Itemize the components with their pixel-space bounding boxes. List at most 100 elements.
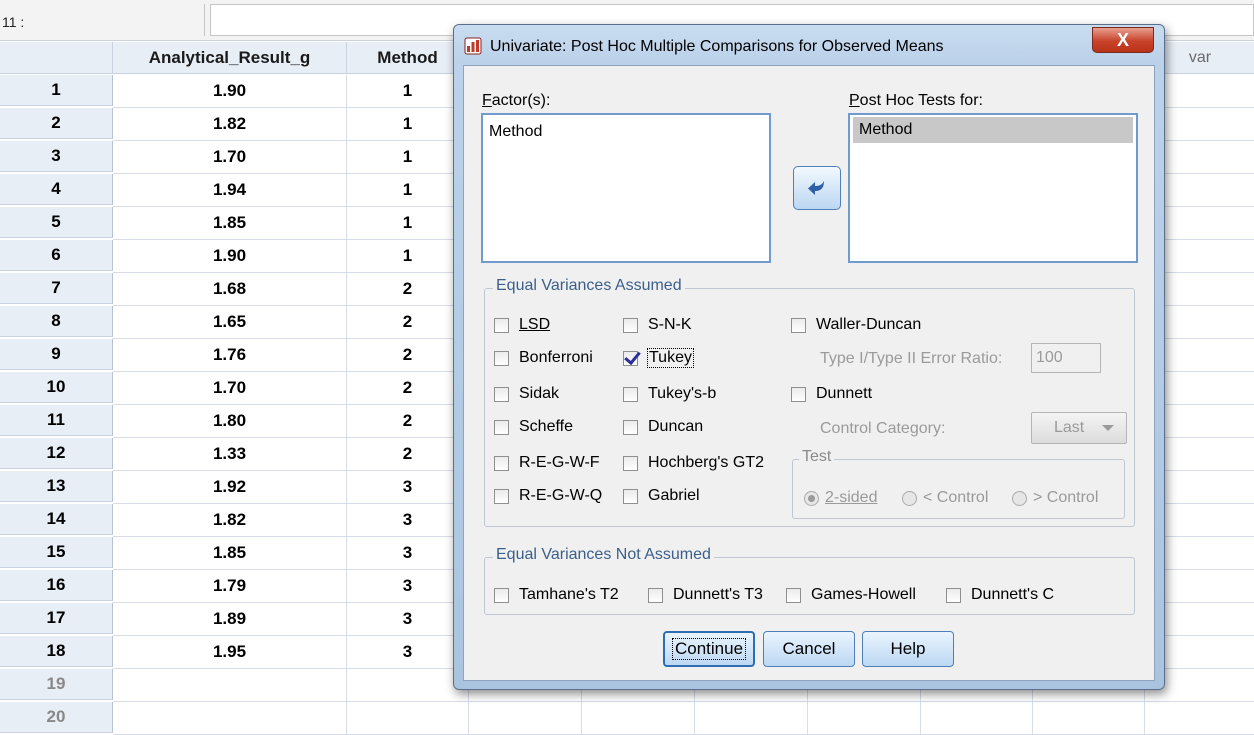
games-howell-checkbox[interactable]: Games-Howell [786,586,916,604]
greater-control-radio[interactable]: > Control [1012,489,1098,507]
cell-result[interactable]: 1.68 [113,273,347,306]
regwf-checkbox[interactable]: R-E-G-W-F [494,454,600,472]
regwf-check-box[interactable] [494,455,509,471]
dunnett-checkbox[interactable]: Dunnett [791,385,872,403]
row-header[interactable]: 8 [0,306,113,337]
row-header[interactable]: 3 [0,141,113,172]
cell-var[interactable] [1144,702,1254,735]
hochberg-check-box[interactable] [623,455,638,471]
cell-result[interactable] [113,669,347,702]
bonferroni-checkbox[interactable]: Bonferroni [494,349,593,367]
cell-result[interactable]: 1.33 [113,438,347,471]
column-header-result[interactable]: Analytical_Result_g [113,42,347,74]
cell-method[interactable]: 2 [347,339,469,372]
greater-control-radio-dot[interactable] [1012,490,1027,506]
cell-var[interactable] [469,702,582,735]
factor-item-method[interactable]: Method [489,123,542,141]
sidak-check-box[interactable] [494,386,509,402]
regwq-checkbox[interactable]: R-E-G-W-Q [494,487,602,505]
cell-method[interactable]: 2 [347,273,469,306]
row-header[interactable]: 17 [0,603,113,634]
cell-result[interactable] [113,702,347,735]
cell-result[interactable]: 1.89 [113,603,347,636]
bonferroni-check-box[interactable] [494,350,509,366]
row-header[interactable]: 16 [0,570,113,601]
cell-method[interactable]: 2 [347,372,469,405]
cell-result[interactable]: 1.70 [113,372,347,405]
row-header[interactable]: 13 [0,471,113,502]
duncan-checkbox[interactable]: Duncan [623,418,703,436]
dunnett-t3-checkbox[interactable]: Dunnett's T3 [648,586,763,604]
gabriel-checkbox[interactable]: Gabriel [623,487,700,505]
cell-var[interactable] [808,702,921,735]
cell-result[interactable]: 1.70 [113,141,347,174]
tukey-checkbox[interactable]: Tukey [623,348,694,368]
posthoc-item-method[interactable]: Method [853,117,1133,143]
continue-button[interactable]: Continue [663,631,755,667]
cell-result[interactable]: 1.82 [113,108,347,141]
cell-method[interactable]: 3 [347,504,469,537]
help-button[interactable]: Help [862,631,954,667]
cell-method[interactable]: 2 [347,438,469,471]
cell-result[interactable]: 1.95 [113,636,347,669]
cell-method[interactable]: 3 [347,471,469,504]
cell-method[interactable]: 1 [347,75,469,108]
row-header[interactable]: 1 [0,75,113,106]
row-header[interactable]: 2 [0,108,113,139]
control-category-select[interactable]: Last [1031,412,1127,444]
posthoc-listbox[interactable]: Method [848,113,1138,263]
cell-result[interactable]: 1.82 [113,504,347,537]
column-header-method[interactable]: Method [347,42,469,74]
cell-method[interactable]: 1 [347,108,469,141]
row-header[interactable]: 10 [0,372,113,403]
cell-var[interactable] [695,702,808,735]
row-header[interactable]: 19 [0,669,113,700]
row-header[interactable]: 4 [0,174,113,205]
row-header[interactable]: 11 [0,405,113,436]
tukeyb-checkbox[interactable]: Tukey's-b [623,385,716,403]
factors-listbox[interactable]: Method [481,113,771,263]
row-header[interactable]: 5 [0,207,113,238]
games-howell-check-box[interactable] [786,587,801,603]
two-sided-radio-dot[interactable] [804,490,819,506]
dunnett-t3-check-box[interactable] [648,587,663,603]
cell-method[interactable]: 3 [347,636,469,669]
sidak-checkbox[interactable]: Sidak [494,385,559,403]
less-control-radio[interactable]: < Control [902,489,988,507]
row-header[interactable]: 6 [0,240,113,271]
row-header[interactable]: 9 [0,339,113,370]
row-header[interactable]: 7 [0,273,113,304]
cell-var[interactable] [920,702,1033,735]
less-control-radio-dot[interactable] [902,490,917,506]
cell-result[interactable]: 1.79 [113,570,347,603]
grid-corner[interactable] [0,42,113,74]
close-button[interactable]: X [1092,27,1154,53]
scheffe-check-box[interactable] [494,419,509,435]
cell-result[interactable]: 1.90 [113,75,347,108]
cell-method[interactable]: 1 [347,207,469,240]
lsd-check-box[interactable] [494,317,509,333]
cell-method[interactable] [347,669,469,702]
cell-var[interactable] [582,702,695,735]
cell-result[interactable]: 1.85 [113,537,347,570]
waller-check-box[interactable] [791,317,806,333]
cell-method[interactable]: 2 [347,306,469,339]
cell-method[interactable]: 3 [347,570,469,603]
duncan-check-box[interactable] [623,419,638,435]
regwq-check-box[interactable] [494,488,509,504]
snk-checkbox[interactable]: S-N-K [623,316,692,334]
row-header[interactable]: 20 [0,702,113,733]
error-ratio-input[interactable]: 100 [1031,343,1101,373]
cell-result[interactable]: 1.85 [113,207,347,240]
gabriel-check-box[interactable] [623,488,638,504]
tamhane-checkbox[interactable]: Tamhane's T2 [494,586,619,604]
snk-check-box[interactable] [623,317,638,333]
cell-method[interactable]: 3 [347,603,469,636]
waller-duncan-checkbox[interactable]: Waller-Duncan [791,316,921,334]
cell-var[interactable] [1032,702,1145,735]
dunnett-check-box[interactable] [791,386,806,402]
cell-method[interactable]: 1 [347,174,469,207]
cell-method[interactable]: 1 [347,240,469,273]
row-header[interactable]: 15 [0,537,113,568]
scheffe-checkbox[interactable]: Scheffe [494,418,573,436]
